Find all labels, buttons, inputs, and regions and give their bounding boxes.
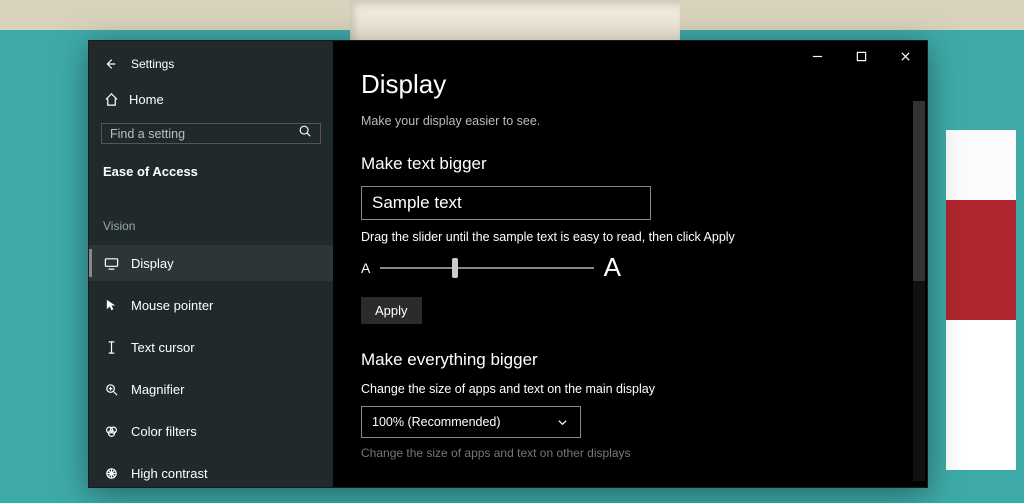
small-a-label: A xyxy=(361,260,370,276)
settings-window: Settings Home Ease of Access Vision Disp… xyxy=(88,40,928,488)
sidebar-item-label: Magnifier xyxy=(131,382,184,397)
page-subtitle: Make your display easier to see. xyxy=(361,114,899,128)
slider-thumb[interactable] xyxy=(452,258,458,278)
text-cursor-icon xyxy=(103,339,119,355)
other-displays-link[interactable]: Change the size of apps and text on othe… xyxy=(361,446,899,460)
close-button[interactable] xyxy=(883,41,927,71)
home-icon xyxy=(103,91,119,107)
sample-text: Sample text xyxy=(372,193,462,213)
text-size-slider-row: A A xyxy=(361,252,621,283)
big-a-label: A xyxy=(604,252,621,283)
color-filters-icon xyxy=(103,423,119,439)
page-title: Display xyxy=(361,69,899,100)
main-panel: Display Make your display easier to see.… xyxy=(333,41,927,487)
magnifier-icon xyxy=(103,381,119,397)
sidebar-section-header: Ease of Access xyxy=(89,158,333,191)
sidebar-item-mouse-pointer[interactable]: Mouse pointer xyxy=(89,287,333,323)
sidebar-item-color-filters[interactable]: Color filters xyxy=(89,413,333,449)
chevron-down-icon xyxy=(554,414,570,430)
apply-button[interactable]: Apply xyxy=(361,297,422,324)
back-arrow-icon[interactable] xyxy=(103,57,117,71)
search-input[interactable] xyxy=(102,127,290,141)
maximize-button[interactable] xyxy=(839,41,883,71)
high-contrast-icon xyxy=(103,465,119,481)
scrollbar-thumb[interactable] xyxy=(913,101,925,281)
app-title: Settings xyxy=(131,57,174,71)
section-make-everything-bigger-title: Make everything bigger xyxy=(361,350,899,370)
sidebar-item-label: Mouse pointer xyxy=(131,298,213,313)
home-label: Home xyxy=(129,92,164,107)
search-box[interactable] xyxy=(101,123,321,144)
sidebar-item-label: High contrast xyxy=(131,466,208,481)
slider-hint: Drag the slider until the sample text is… xyxy=(361,230,899,244)
minimize-button[interactable] xyxy=(795,41,839,71)
sidebar-item-label: Color filters xyxy=(131,424,197,439)
sidebar: Settings Home Ease of Access Vision Disp… xyxy=(89,41,333,487)
sidebar-item-label: Text cursor xyxy=(131,340,195,355)
sidebar-item-label: Display xyxy=(131,256,174,271)
mouse-pointer-icon xyxy=(103,297,119,313)
display-icon xyxy=(103,255,119,271)
sidebar-item-display[interactable]: Display xyxy=(89,245,333,281)
sidebar-home[interactable]: Home xyxy=(89,87,333,111)
display-scale-combobox[interactable]: 100% (Recommended) xyxy=(361,406,581,438)
sidebar-group-vision: Vision xyxy=(89,197,333,239)
window-controls xyxy=(795,41,927,71)
titlebar: Settings xyxy=(89,51,333,81)
text-size-slider[interactable] xyxy=(380,267,593,269)
sidebar-item-magnifier[interactable]: Magnifier xyxy=(89,371,333,407)
section-make-text-bigger-title: Make text bigger xyxy=(361,154,899,174)
combo-value: 100% (Recommended) xyxy=(372,415,501,429)
sidebar-item-text-cursor[interactable]: Text cursor xyxy=(89,329,333,365)
sidebar-item-high-contrast[interactable]: High contrast xyxy=(89,455,333,491)
section2-description: Change the size of apps and text on the … xyxy=(361,382,899,396)
search-icon[interactable] xyxy=(290,124,320,143)
sample-text-box: Sample text xyxy=(361,186,651,220)
